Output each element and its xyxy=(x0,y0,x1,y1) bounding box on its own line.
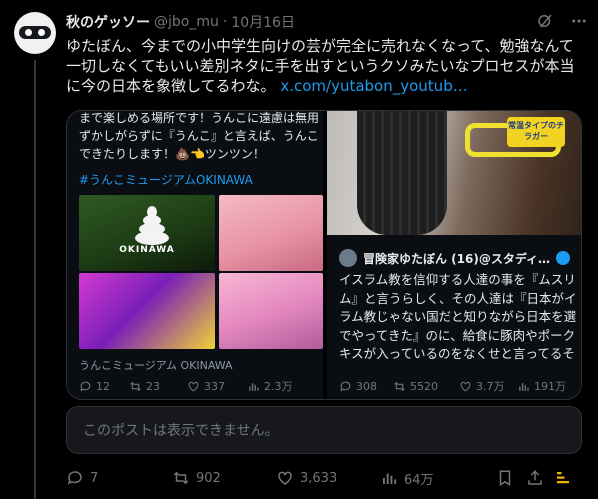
right-card-stats: 308 5520 3.7万 191万 xyxy=(339,378,577,394)
quoted-author-avatar[interactable] xyxy=(339,249,357,267)
author-avatar[interactable] xyxy=(14,12,56,54)
like-count: 3,633 xyxy=(300,470,338,486)
repost-icon xyxy=(394,381,405,391)
quoted-line-3: ラム教じゃない国だと知りながら日本を選 xyxy=(339,309,577,324)
quoted-line-4: でやってきた』のに、給食に豚肉やポーク xyxy=(339,327,576,343)
views-icon xyxy=(383,473,397,484)
share-icon xyxy=(528,470,542,485)
left-repost-count: 23 xyxy=(146,379,160,393)
left-views-stat[interactable]: 2.3万 xyxy=(247,378,305,394)
left-card-line-1: まで楽しめる場所です！うんこに遠慮は無用 xyxy=(79,111,320,125)
highlight-button[interactable] xyxy=(554,469,572,487)
product-photo[interactable]: 常温タイプのチラガー xyxy=(327,111,581,235)
quoted-line-1: イスラム教を信仰する人達の事を『ムスリ xyxy=(339,272,576,287)
repost-icon xyxy=(173,471,189,485)
views-count: 64万 xyxy=(404,472,434,488)
left-card-line-2: ずかしがらずに『うんこ』と言えば、うんこ xyxy=(79,129,319,143)
left-card-line-3: できたりします！💩👈ツンツン！ xyxy=(79,147,265,161)
tweet-link[interactable]: x.com/yutabon_youtub… xyxy=(280,77,467,95)
quoted-text: イスラム教を信仰する人達の事を『ムスリ ム』と言うらしく、その人達は『日本がイ … xyxy=(339,271,581,364)
right-views-count: 191万 xyxy=(534,380,566,393)
views-icon xyxy=(249,382,259,391)
more-icon[interactable] xyxy=(570,12,588,34)
museum-photo-neon-room[interactable] xyxy=(79,273,215,349)
heart-icon xyxy=(460,381,471,391)
left-like-stat[interactable]: 337 xyxy=(187,378,247,394)
handle[interactable]: @jbo_mu xyxy=(154,14,219,30)
reply-button[interactable]: 7 xyxy=(66,469,98,487)
quote-card-left[interactable]: まで楽しめる場所です！うんこに遠慮は無用 ずかしがらずに『うんこ』と言えば、うん… xyxy=(67,111,323,399)
right-repost-count: 5520 xyxy=(410,379,438,393)
poo-sculpture-icon xyxy=(135,203,169,245)
right-reply-count: 308 xyxy=(356,379,377,393)
thread-line xyxy=(34,60,36,499)
tweet-body-line-1: ゆたぼん、今までの小中学生向けの芸が完全に売れなくなって、勉強なんて xyxy=(66,37,574,55)
unavailable-post-notice: このポストは表示できません。 xyxy=(66,406,582,454)
right-repost-stat[interactable]: 5520 xyxy=(393,378,459,394)
heart-icon xyxy=(188,381,199,391)
right-like-stat[interactable]: 3.7万 xyxy=(459,378,517,394)
like-button[interactable]: 3,633 xyxy=(276,469,337,487)
reply-icon xyxy=(80,381,91,391)
quote-carousel: まで楽しめる場所です！うんこに遠慮は無用 ずかしがらずに『うんこ』と言えば、うん… xyxy=(66,110,582,400)
tweet-body-line-2: 一切しなくてもいい差別ネタに手を出すというクソみたいなプロセスが本当 xyxy=(66,57,575,75)
product-label: 常温タイプのチラガー xyxy=(507,117,565,147)
quoted-line-2: ム』と言うらしく、その人達は『日本がイ xyxy=(339,290,577,306)
verified-badge-icon xyxy=(556,251,571,265)
left-like-count: 337 xyxy=(204,379,225,393)
reply-count: 7 xyxy=(90,470,99,486)
separator-dot: · xyxy=(222,14,228,30)
left-card-stats: 12 23 337 2.3万 xyxy=(79,378,305,394)
tweet-body-line-3: に今の日本を象徴してるわな。 xyxy=(66,77,276,95)
okinawa-sign: OKINAWA xyxy=(119,245,175,255)
hashtag-link[interactable]: #うんこミュージアムOKINAWA xyxy=(79,171,253,188)
reply-icon xyxy=(67,471,82,485)
tweet-body: ゆたぼん、今までの小中学生向けの芸が完全に売れなくなって、勉強なんて 一切しなく… xyxy=(66,36,584,96)
museum-photo-pink-room[interactable] xyxy=(219,195,323,271)
share-button[interactable] xyxy=(526,469,544,487)
avatar-visor xyxy=(19,26,51,39)
quoted-line-5: キスが入っているのをなくせと言ってるそ xyxy=(339,346,575,361)
museum-photo-okinawa[interactable]: OKINAWA xyxy=(79,195,215,271)
left-repost-stat[interactable]: 23 xyxy=(129,378,187,394)
reply-icon xyxy=(340,381,351,391)
tweet-actions: 7 902 3,633 64万 xyxy=(66,468,582,488)
bookmark-button[interactable] xyxy=(496,469,514,487)
quoted-author-name[interactable]: 冒険家ゆたぼん (16)@スタディ… xyxy=(363,250,550,267)
repost-icon xyxy=(130,381,141,391)
tweet-header: 秋のゲッソー @jbo_mu · 10月16日 xyxy=(66,12,295,32)
jacket-shape xyxy=(357,111,447,235)
left-reply-count: 12 xyxy=(96,379,110,393)
stacked-bars-icon xyxy=(557,472,569,484)
left-card-text: まで楽しめる場所です！うんこに遠慮は無用 ずかしがらずに『うんこ』と言えば、うん… xyxy=(79,111,320,163)
repost-count: 902 xyxy=(196,470,221,486)
left-reply-stat[interactable]: 12 xyxy=(79,378,129,394)
right-reply-stat[interactable]: 308 xyxy=(339,378,393,394)
bookmark-icon xyxy=(499,470,511,487)
left-views-count: 2.3万 xyxy=(264,380,293,393)
post-date[interactable]: 10月16日 xyxy=(231,12,295,32)
views-icon xyxy=(519,382,529,391)
avatar-eye-right xyxy=(38,29,45,36)
views-button[interactable]: 64万 xyxy=(380,469,434,488)
right-like-count: 3.7万 xyxy=(476,380,505,393)
quote-card-right[interactable]: 常温タイプのチラガー 冒険家ゆたぼん (16)@スタディ… イスラム教を信仰する… xyxy=(327,111,581,399)
display-name[interactable]: 秋のゲッソー xyxy=(66,12,150,32)
left-card-caption: うんこミュージアム OKINAWA xyxy=(79,359,233,372)
museum-photo-bubble-room[interactable] xyxy=(219,273,323,349)
right-views-stat[interactable]: 191万 xyxy=(517,378,577,394)
quoted-author-row[interactable]: 冒険家ゆたぼん (16)@スタディ… xyxy=(339,249,571,267)
top-actions xyxy=(536,12,588,34)
grok-icon[interactable] xyxy=(536,12,554,34)
avatar-eye-left xyxy=(25,29,32,36)
heart-icon xyxy=(278,471,292,485)
repost-button[interactable]: 902 xyxy=(172,469,221,487)
